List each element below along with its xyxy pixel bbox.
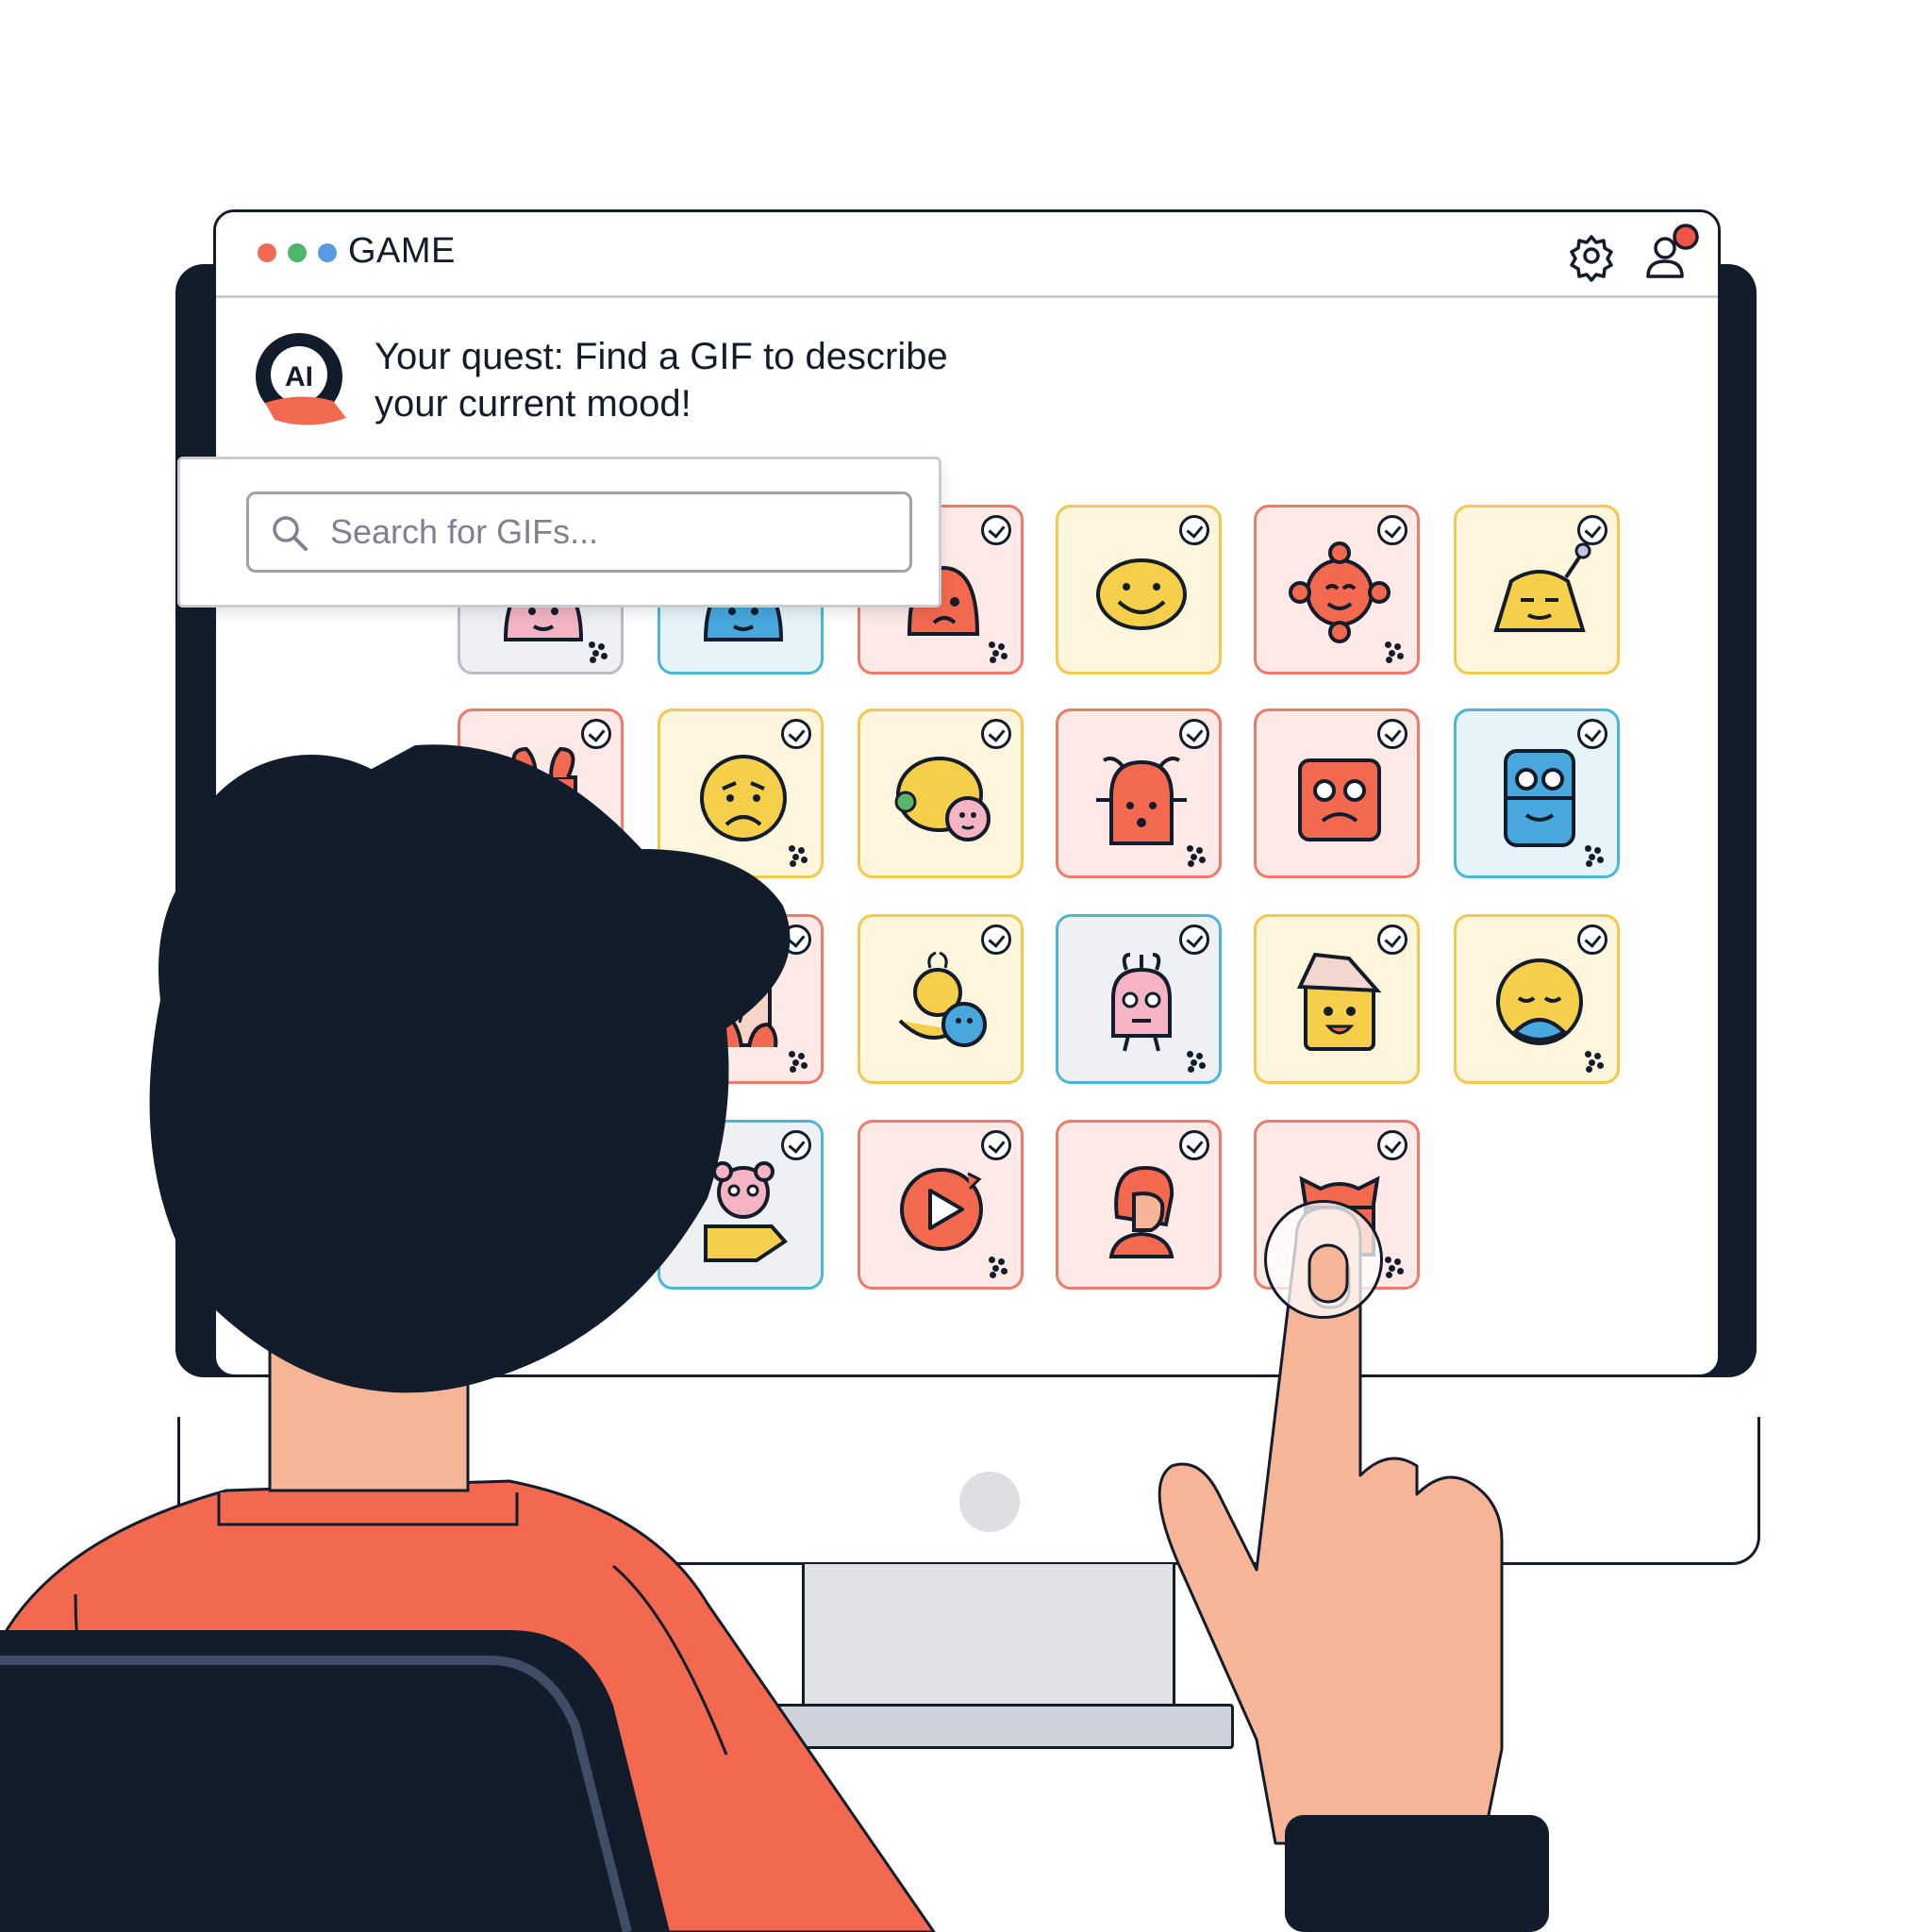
finger-tip [1307, 1243, 1349, 1304]
person-illustration [0, 744, 1549, 1932]
scene: GAME AI Your quest: Find a GIF to descri… [0, 0, 1932, 1932]
